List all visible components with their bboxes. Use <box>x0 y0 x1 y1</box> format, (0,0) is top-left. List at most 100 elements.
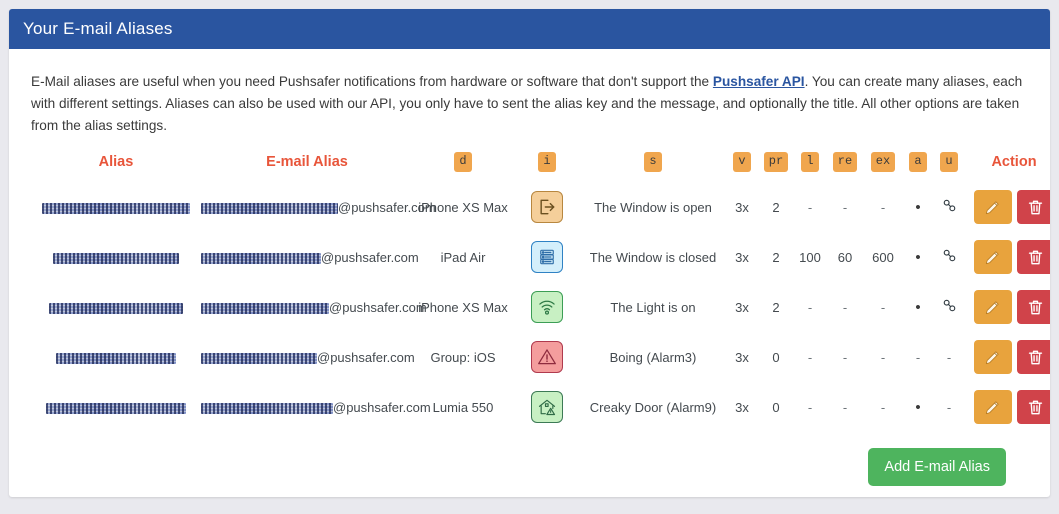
expire-cell: - <box>863 182 903 232</box>
edit-alias-button[interactable] <box>973 340 1012 374</box>
vibration-cell: 3x <box>735 249 749 265</box>
delete-alias-button[interactable] <box>1016 240 1050 274</box>
priority-cell: 0 <box>772 349 780 365</box>
panel-header: Your E-mail Aliases <box>9 9 1050 49</box>
header-badge-d: d <box>454 152 472 172</box>
empty-value: - <box>807 349 813 365</box>
priority-cell: 0 <box>772 399 780 415</box>
priority-cell: 2 <box>772 199 780 215</box>
expire-cell: - <box>863 282 903 332</box>
home-alert-icon <box>531 391 563 423</box>
page-title: Your E-mail Aliases <box>23 19 173 38</box>
sound-cell: The Window is closed <box>589 249 717 265</box>
alias-name-cell <box>31 182 201 232</box>
redacted-alias <box>53 252 179 264</box>
device-cell: iPhone XS Max <box>418 199 508 215</box>
column-header-retry: re <box>827 151 863 182</box>
delete-alias-button[interactable] <box>1016 390 1050 424</box>
action-cell <box>965 332 1050 382</box>
table-row: @pushsafer.com Group: iOS Boing (Alarm3) 3x… <box>31 332 1050 382</box>
life-cell: - <box>793 382 827 432</box>
add-email-alias-button[interactable]: Add E-mail Alias <box>868 448 1006 486</box>
email-alias-cell[interactable]: @pushsafer.com <box>201 232 419 282</box>
empty-value: - <box>880 349 886 365</box>
column-header-icon: i <box>513 151 581 182</box>
column-header-sound: s <box>581 151 725 182</box>
url-cell <box>933 282 965 332</box>
empty-value: - <box>915 349 921 365</box>
delete-alias-button[interactable] <box>1016 340 1050 374</box>
table-row: @pushsafer.com iPhone XS Max The Window is… <box>31 182 1050 232</box>
email-domain-label: @pushsafer.com <box>333 399 431 415</box>
life-cell: - <box>793 182 827 232</box>
table-row: @pushsafer.com iPad Air The Window is clos… <box>31 232 1050 282</box>
url-cell <box>933 182 965 232</box>
answer-cell: • <box>903 182 933 232</box>
intro-text-part1: E-Mail aliases are useful when you need … <box>31 74 713 89</box>
sound-cell: The Light is on <box>610 299 696 315</box>
alias-name-cell <box>31 232 201 282</box>
retry-cell: - <box>827 332 863 382</box>
header-badge-s: s <box>644 152 662 172</box>
header-badge-i: i <box>538 152 556 172</box>
alias-table-body: @pushsafer.com iPhone XS Max The Window is… <box>31 182 1050 432</box>
delete-alias-button[interactable] <box>1016 290 1050 324</box>
action-cell <box>965 382 1050 432</box>
column-header-life: l <box>793 151 827 182</box>
link-icon <box>941 199 958 217</box>
vibration-cell: 3x <box>735 299 749 315</box>
redacted-alias <box>56 352 176 364</box>
url-cell: - <box>933 332 965 382</box>
notification-icon-cell <box>513 382 581 432</box>
life-cell: - <box>793 332 827 382</box>
edit-alias-button[interactable] <box>973 190 1012 224</box>
expire-cell: - <box>863 382 903 432</box>
intro-paragraph: E-Mail aliases are useful when you need … <box>31 71 1028 137</box>
edit-alias-button[interactable] <box>973 290 1012 324</box>
vibration-cell: 3x <box>735 349 749 365</box>
redacted-alias <box>49 302 183 314</box>
retry-cell: 60 <box>837 249 853 265</box>
column-header-priority: pr <box>759 151 793 182</box>
life-cell: 100 <box>799 249 821 265</box>
exit-icon <box>531 191 563 223</box>
device-cell: iPhone XS Max <box>418 299 508 315</box>
server-icon <box>531 241 563 273</box>
notification-icon-cell <box>513 282 581 332</box>
action-cell <box>965 282 1050 332</box>
email-alias-cell[interactable]: @pushsafer.com <box>201 282 427 332</box>
notification-icon-cell <box>513 232 581 282</box>
email-alias-cell[interactable]: @pushsafer.com <box>201 382 431 432</box>
alias-name-cell <box>31 382 201 432</box>
table-header-row: Alias E-mail Alias d i s v pr l re ex a … <box>31 151 1050 182</box>
retry-cell: - <box>827 282 863 332</box>
empty-value: - <box>807 199 813 215</box>
footer-actions: Add E-mail Alias <box>31 432 1028 486</box>
empty-value: - <box>880 399 886 415</box>
email-alias-cell[interactable]: @pushsafer.com <box>201 182 436 232</box>
column-header-action: Action <box>965 151 1050 182</box>
redacted-alias <box>46 402 186 414</box>
device-cell: Group: iOS <box>430 349 496 365</box>
empty-value: - <box>842 399 848 415</box>
column-header-url: u <box>933 151 965 182</box>
vibration-cell: 3x <box>735 399 749 415</box>
header-label-email-alias: E-mail Alias <box>266 153 348 170</box>
header-badge-re: re <box>832 152 858 172</box>
redacted-alias <box>42 202 190 214</box>
alarm-warning-icon <box>531 341 563 373</box>
redacted-email-local <box>201 302 329 314</box>
edit-alias-button[interactable] <box>973 240 1012 274</box>
edit-alias-button[interactable] <box>973 390 1012 424</box>
email-alias-cell[interactable]: @pushsafer.com <box>201 332 415 382</box>
redacted-email-local <box>201 352 317 364</box>
pushsafer-api-link[interactable]: Pushsafer API <box>713 74 805 89</box>
vibration-cell: 3x <box>735 199 749 215</box>
delete-alias-button[interactable] <box>1016 190 1050 224</box>
redacted-email-local <box>201 252 321 264</box>
header-badge-u: u <box>940 152 958 172</box>
url-cell <box>933 232 965 282</box>
priority-cell: 2 <box>772 249 780 265</box>
header-badge-ex: ex <box>870 152 896 172</box>
empty-value: - <box>842 299 848 315</box>
